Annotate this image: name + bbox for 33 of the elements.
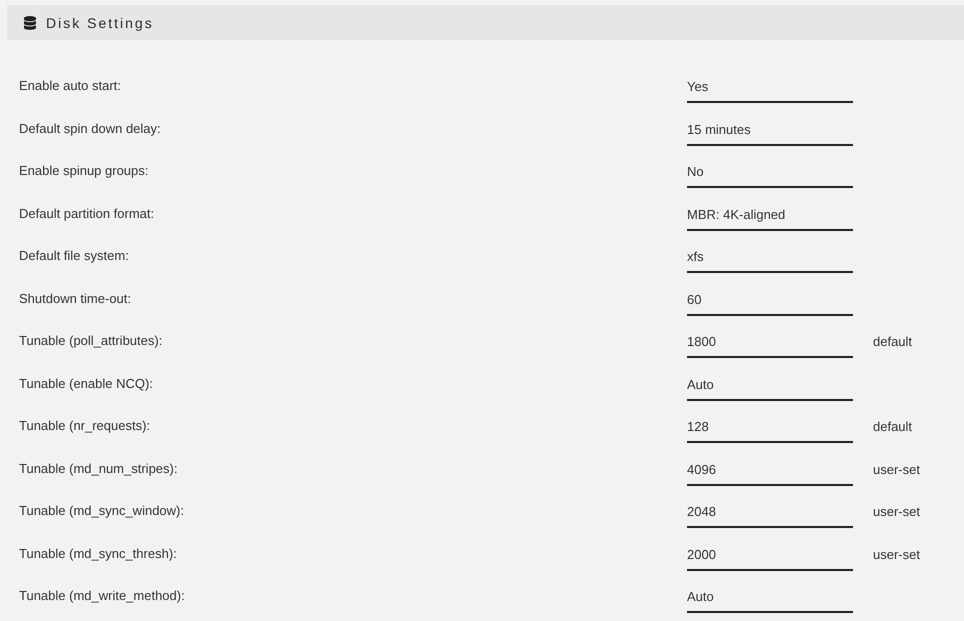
setting-field[interactable]: 1800: [687, 331, 853, 358]
section-title: Disk Settings: [46, 14, 154, 30]
setting-field[interactable]: 2000: [687, 544, 853, 570]
setting-field[interactable]: 15 minutes: [687, 118, 853, 146]
setting-note: user-set: [873, 503, 920, 521]
setting-label: Enable auto start:: [19, 77, 121, 95]
setting-field[interactable]: 60: [687, 288, 853, 316]
setting-field[interactable]: MBR: 4K-aligned: [687, 204, 853, 230]
setting-field[interactable]: xfs: [687, 246, 853, 273]
setting-note: user-set: [873, 546, 920, 564]
setting-label: Default file system:: [19, 247, 129, 265]
setting-label: Shutdown time-out:: [19, 290, 132, 308]
setting-label: Tunable (poll_attributes):: [19, 332, 162, 350]
setting-label: Tunable (md_sync_window):: [19, 502, 184, 520]
setting-label: Tunable (enable NCQ):: [19, 374, 153, 393]
setting-note: user-set: [873, 460, 920, 478]
setting-label: Tunable (nr_requests):: [19, 417, 150, 435]
setting-label: Default partition format:: [19, 204, 154, 223]
setting-label: Enable spinup groups:: [19, 162, 148, 180]
setting-label: Tunable (md_num_stripes):: [19, 460, 178, 478]
setting-label: Tunable (md_write_method):: [19, 587, 185, 605]
setting-label: Default spin down delay:: [19, 120, 161, 138]
setting-field[interactable]: Auto: [687, 586, 853, 613]
setting-note: default: [873, 333, 912, 351]
setting-field[interactable]: No: [687, 161, 853, 188]
setting-field[interactable]: 2048: [687, 501, 853, 528]
setting-field[interactable]: 128: [687, 416, 853, 443]
setting-label: Tunable (md_sync_thresh):: [19, 544, 177, 563]
setting-field[interactable]: 4096: [687, 458, 853, 486]
database-icon: [24, 16, 36, 30]
setting-field[interactable]: Auto: [687, 374, 853, 400]
setting-field[interactable]: Yes: [687, 76, 853, 103]
setting-note: default: [873, 418, 912, 436]
